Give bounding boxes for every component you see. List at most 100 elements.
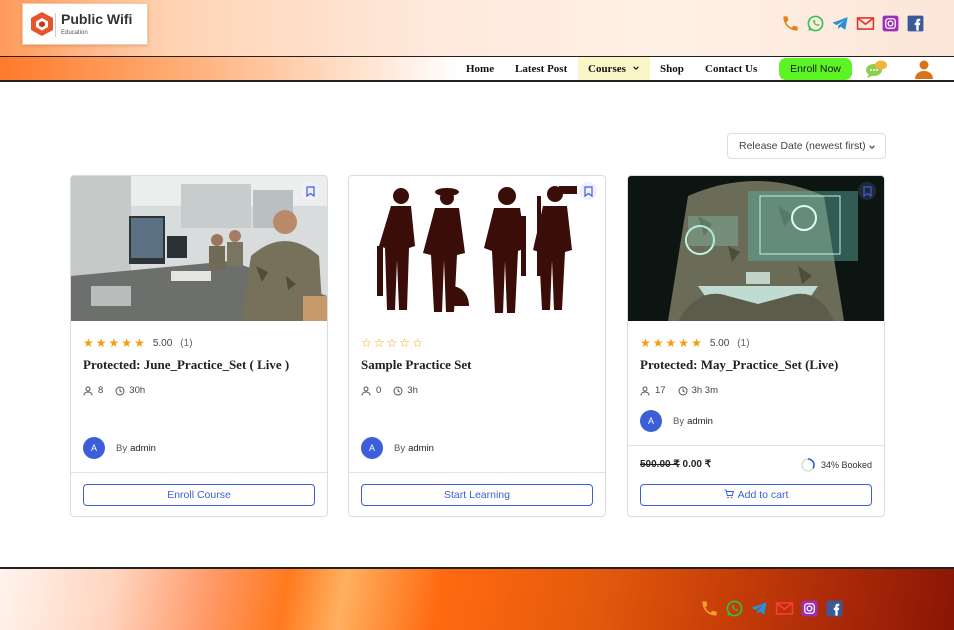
user-icon xyxy=(361,386,371,396)
current-price: 0.00 ₹ xyxy=(682,459,712,470)
site-logo[interactable]: Public Wifi Education xyxy=(22,3,148,45)
sort-select[interactable]: Release Date (newest first) xyxy=(727,133,886,159)
star-filled-icon: ★ xyxy=(121,336,133,350)
clock-icon xyxy=(678,386,688,395)
rating-stars: ★ ★ ★ ★ ★ 5.00 (1) xyxy=(83,336,193,350)
whatsapp-icon[interactable] xyxy=(806,14,825,33)
star-filled-icon: ★ xyxy=(95,336,107,350)
enroll-now-button[interactable]: Enroll Now xyxy=(779,58,852,80)
student-count: 0 xyxy=(376,385,382,396)
telegram-icon[interactable] xyxy=(831,14,850,33)
cart-icon xyxy=(724,489,734,499)
rating-count: (1) xyxy=(180,337,193,349)
booked-percent: 34% Booked xyxy=(820,460,872,470)
star-filled-icon: ★ xyxy=(83,336,94,350)
star-filled-icon: ★ xyxy=(691,336,702,350)
add-to-cart-button[interactable]: Add to cart xyxy=(640,484,872,506)
author-name[interactable]: admin xyxy=(130,443,156,454)
brand-tagline: Education xyxy=(61,30,88,36)
course-title[interactable]: Protected: June_Practice_Set ( Live ) xyxy=(83,357,319,373)
course-duration: 30h xyxy=(129,385,146,396)
course-meta: 8 30h xyxy=(83,385,145,396)
student-count: 17 xyxy=(655,385,666,396)
nav-courses-label: Courses xyxy=(588,63,626,75)
star-empty-icon: ☆ xyxy=(373,336,385,350)
main-navigation: Home Latest Post Courses Shop Contact Us… xyxy=(0,56,954,82)
course-author: A By admin xyxy=(83,437,156,459)
user-icon xyxy=(640,386,650,396)
course-thumbnail[interactable] xyxy=(628,176,884,321)
course-card[interactable]: ★ ★ ★ ★ ★ 5.00 (1) Protected: May_Practice_S… xyxy=(627,175,885,517)
nav-contact[interactable]: Contact Us xyxy=(705,57,757,80)
course-price: 500.00 ₹ 0.00 ₹ xyxy=(640,459,711,470)
course-meta: 17 3h 3m xyxy=(640,385,718,396)
card-divider xyxy=(71,472,327,473)
nav-shop[interactable]: Shop xyxy=(660,57,684,80)
nav-courses[interactable]: Courses xyxy=(578,57,650,80)
bookmark-icon[interactable] xyxy=(858,182,876,200)
star-empty-icon: ☆ xyxy=(386,336,398,350)
avatar: A xyxy=(83,437,105,459)
star-empty-icon: ☆ xyxy=(399,336,411,350)
course-meta: 0 3h xyxy=(361,385,418,396)
star-filled-icon: ★ xyxy=(640,336,651,350)
instagram-icon[interactable] xyxy=(800,599,819,618)
course-card[interactable]: ☆ ☆ ☆ ☆ ☆ Sample Practice Set 0 3h A By admi… xyxy=(348,175,606,517)
enroll-course-button[interactable]: Enroll Course xyxy=(83,484,315,506)
star-filled-icon: ★ xyxy=(134,336,145,350)
phone-icon[interactable] xyxy=(700,599,719,618)
author-by-label: By xyxy=(116,442,128,454)
author-by-label: By xyxy=(673,415,685,427)
start-learning-button[interactable]: Start Learning xyxy=(361,484,593,506)
course-title[interactable]: Protected: May_Practice_Set (Live) xyxy=(640,357,876,373)
clock-icon xyxy=(115,386,125,395)
user-icon xyxy=(83,386,93,396)
top-header: Public Wifi Education xyxy=(0,0,954,56)
phone-icon[interactable] xyxy=(781,14,800,33)
facebook-icon[interactable] xyxy=(825,599,844,618)
instagram-icon[interactable] xyxy=(881,14,900,33)
nav-latest-post[interactable]: Latest Post xyxy=(515,57,567,80)
logo-divider xyxy=(55,13,56,37)
bookmark-icon[interactable] xyxy=(301,182,319,200)
mail-icon[interactable] xyxy=(856,14,875,33)
booking-status: 34% Booked xyxy=(800,457,872,473)
telegram-icon[interactable] xyxy=(750,599,769,618)
brand-name: Public Wifi xyxy=(61,11,133,27)
old-price: 500.00 ₹ xyxy=(640,459,680,470)
add-to-cart-label: Add to cart xyxy=(737,489,789,501)
avatar: A xyxy=(361,437,383,459)
author-name[interactable]: admin xyxy=(687,416,713,427)
star-filled-icon: ★ xyxy=(678,336,690,350)
bookmark-icon[interactable] xyxy=(579,182,597,200)
facebook-icon[interactable] xyxy=(906,14,925,33)
course-card[interactable]: ★ ★ ★ ★ ★ 5.00 (1) Protected: June_Practice_… xyxy=(70,175,328,517)
logo-mark-icon xyxy=(29,11,55,37)
rating-stars: ☆ ☆ ☆ ☆ ☆ xyxy=(361,336,423,350)
card-divider xyxy=(349,472,605,473)
header-social-links xyxy=(781,14,925,33)
whatsapp-icon[interactable] xyxy=(725,599,744,618)
course-title[interactable]: Sample Practice Set xyxy=(361,357,597,373)
booking-progress-ring xyxy=(801,458,815,472)
nav-home[interactable]: Home xyxy=(466,57,494,80)
chat-icon[interactable] xyxy=(865,59,889,84)
footer-social-links xyxy=(700,599,844,618)
star-filled-icon: ★ xyxy=(108,336,120,350)
author-by-label: By xyxy=(394,442,406,454)
course-thumbnail[interactable] xyxy=(71,176,327,321)
user-account-icon[interactable] xyxy=(914,59,934,84)
rating-count: (1) xyxy=(737,337,750,349)
footer-banner xyxy=(0,567,954,630)
clock-icon xyxy=(393,386,403,395)
author-name[interactable]: admin xyxy=(408,443,434,454)
course-author: A By admin xyxy=(361,437,434,459)
card-divider xyxy=(628,445,884,446)
course-duration: 3h 3m xyxy=(691,385,718,396)
course-author: A By admin xyxy=(640,410,713,432)
student-count: 8 xyxy=(98,385,104,396)
star-empty-icon: ☆ xyxy=(412,336,423,350)
mail-icon[interactable] xyxy=(775,599,794,618)
course-duration: 3h xyxy=(407,385,418,396)
course-thumbnail[interactable] xyxy=(349,176,605,321)
